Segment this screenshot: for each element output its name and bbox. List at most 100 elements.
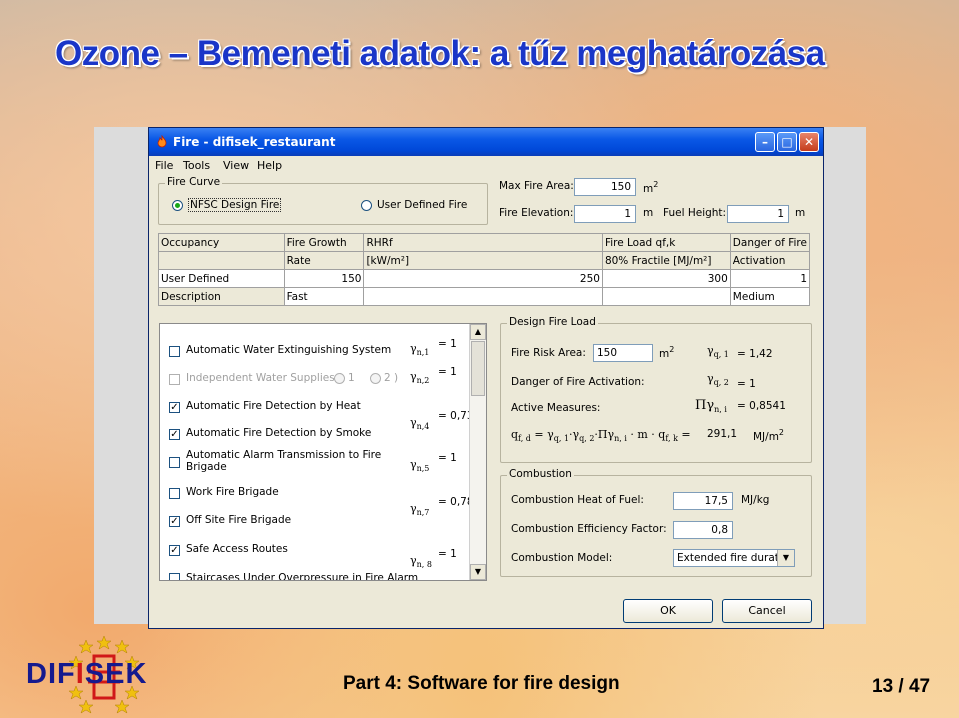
gamma-n8-value: = 1 [438,548,457,560]
gamma-q1: γq, 1 [707,344,729,359]
fire-curve-group: Fire Curve NFSC Design Fire User Defined… [158,176,488,225]
table-cell: [kW/m²] [363,251,603,270]
combustion-model-label: Combustion Model: [511,552,613,564]
gamma-q2: γq, 2 [707,372,729,387]
chevron-down-icon[interactable]: ▼ [777,550,794,566]
combustion-model-select[interactable]: Extended fire duratio ▼ [673,549,795,567]
measure-checkbox-8[interactable]: ✓ [169,545,180,556]
table-cell[interactable]: 150 [283,269,365,288]
menu-help[interactable]: Help [257,159,282,172]
slide-title: Ozone – Bemeneti adatok: a tűz meghatáro… [55,34,825,73]
window-titlebar[interactable]: Fire - difisek_restaurant – □ ✕ [149,128,823,156]
nfsc-design-fire-radio[interactable] [172,200,183,211]
measure-checkbox-5[interactable] [169,457,180,468]
measure-checkbox-2[interactable] [169,374,180,385]
qfd-formula: qf, d = γq, 1·γq, 2·Πγn, i · m · qf, k = [511,428,691,443]
independent-supply-radio-2[interactable] [370,373,381,384]
table-cell: Activation [729,251,811,270]
minimize-icon[interactable]: – [755,132,775,152]
fire-app-icon [157,135,167,148]
table-cell[interactable]: Medium [729,287,811,306]
gamma-n8: γn, 8 [410,554,432,569]
active-measures-label: Active Measures: [511,402,601,414]
menu-view[interactable]: View [223,159,249,172]
menu-file[interactable]: File [155,159,173,172]
combustion-efficiency-label: Combustion Efficiency Factor: [511,523,667,535]
table-cell[interactable] [601,287,731,306]
qfd-unit: MJ/m2 [753,428,785,443]
table-cell[interactable]: Fast [283,287,365,306]
scroll-up-icon[interactable]: ▲ [470,324,486,340]
measure-label-8[interactable]: Safe Access Routes [186,543,288,555]
measure-label-6[interactable]: Work Fire Brigade [186,486,279,498]
measure-checkbox-9[interactable] [169,573,180,580]
max-fire-area-input[interactable]: 150 [574,178,636,196]
fuel-height-input[interactable]: 1 [727,205,789,223]
ok-button[interactable]: OK [623,599,713,623]
menu-bar: File Tools View Help [149,156,823,176]
design-fire-load-group: Design Fire Load Fire Risk Area: 150 m2 … [500,316,812,463]
gamma-n5-value: = 1 [438,452,457,464]
measure-label-3[interactable]: Automatic Fire Detection by Heat [186,400,361,412]
combustion-group: Combustion Combustion Heat of Fuel: 17,5… [500,468,812,577]
combustion-heat-input[interactable]: 17,5 [673,492,733,510]
combustion-efficiency-input[interactable]: 0,8 [673,521,733,539]
table-cell: Description [158,287,285,306]
table-cell[interactable]: 1 [729,269,811,288]
measure-label-7[interactable]: Off Site Fire Brigade [186,514,291,526]
table-row[interactable]: User Defined 150 250 300 1 [158,269,811,288]
close-icon[interactable]: ✕ [799,132,819,152]
pi-gamma-ni: Πγn, i [695,398,727,414]
measure-checkbox-4[interactable]: ✓ [169,429,180,440]
measure-label-5[interactable]: Automatic Alarm Transmission to Fire Bri… [186,449,386,473]
measure-label-9[interactable]: Staircases Under Overpressure in Fire Al… [186,572,418,580]
scroll-thumb[interactable] [471,341,485,396]
menu-tools[interactable]: Tools [183,159,210,172]
measures-scrollbar[interactable]: ▲ ▼ [469,324,486,580]
design-fire-load-legend: Design Fire Load [507,316,598,328]
slide-footer: Part 4: Software for fire design [343,673,620,694]
measure-label-4[interactable]: Automatic Fire Detection by Smoke [186,427,371,439]
cancel-button[interactable]: Cancel [722,599,812,623]
gamma-n1: γn,1 [410,342,430,357]
table-row: Occupancy Fire Growth RHRf Fire Load qf,… [158,233,811,252]
measure-label-1[interactable]: Automatic Water Extinguishing System [186,344,391,356]
table-cell[interactable] [363,287,603,306]
table-cell[interactable]: User Defined [158,269,285,288]
gamma-n4: γn,4 [410,416,430,431]
gamma-n5: γn,5 [410,458,430,473]
fire-dialog-window: Fire - difisek_restaurant – □ ✕ File Too… [148,127,824,629]
nfsc-design-fire-label[interactable]: NFSC Design Fire [188,198,282,212]
fire-curve-legend: Fire Curve [165,176,223,188]
measure-checkbox-7[interactable]: ✓ [169,516,180,527]
user-defined-fire-radio[interactable] [361,200,372,211]
gamma-q2-value: = 1 [737,378,756,390]
measure-checkbox-3[interactable]: ✓ [169,402,180,413]
table-row[interactable]: Description Fast Medium [158,287,811,306]
table-cell: Occupancy [158,233,285,252]
fire-safety-measures-panel[interactable]: Automatic Water Extinguishing System γn,… [159,323,487,581]
table-cell: Fire Load qf,k [601,233,731,252]
occupancy-table: Occupancy Fire Growth RHRf Fire Load qf,… [158,233,811,306]
fire-elevation-label: Fire Elevation: [499,207,574,219]
fire-elevation-input[interactable]: 1 [574,205,636,223]
table-cell[interactable]: 250 [363,269,603,288]
scroll-down-icon[interactable]: ▼ [470,564,486,580]
fire-risk-area-label: Fire Risk Area: [511,347,586,359]
gamma-n2-value: = 1 [438,366,457,378]
gamma-n2: γn,2 [410,370,430,385]
table-cell[interactable]: 300 [601,269,731,288]
fire-risk-area-input[interactable]: 150 [593,344,653,362]
user-defined-fire-label[interactable]: User Defined Fire [377,199,467,211]
measure-checkbox-1[interactable] [169,346,180,357]
fire-elevation-unit: m [643,207,654,219]
table-cell [158,251,285,270]
gamma-n1-value: = 1 [438,338,457,350]
gamma-n7: γn,7 [410,502,430,517]
maximize-icon[interactable]: □ [777,132,797,152]
window-title: Fire - difisek_restaurant [173,135,336,149]
combustion-legend: Combustion [507,468,574,480]
measure-checkbox-6[interactable] [169,488,180,499]
independent-supply-radio-1[interactable] [334,373,345,384]
max-fire-area-unit: m2 [643,180,659,195]
